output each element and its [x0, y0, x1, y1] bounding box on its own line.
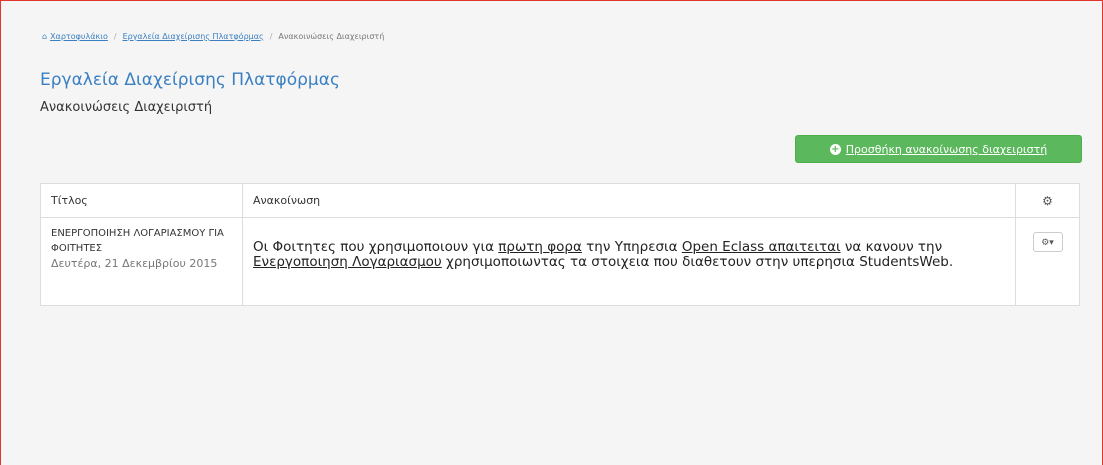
- header-title: Τίτλος: [40, 183, 243, 218]
- underlined-text: πρωτη φορα: [498, 239, 582, 255]
- add-announcement-button[interactable]: + Προσθήκη ανακοίνωσης διαχειριστή: [795, 135, 1082, 163]
- breadcrumb: ⌂ Χαρτοφυλάκιο / Εργαλεία Διαχείρισης Πλατφ…: [42, 32, 384, 41]
- announcement-title: ΕΝΕΡΓΟΠΟΙΗΣΗ ΛΟΓΑΡΙΑΣΜΟΥ ΓΙΑ ΦΟΙΤΗΤΕΣ: [51, 228, 224, 254]
- announcements-table: Τίτλος Ανακοίνωση ⚙ ΕΝΕΡΓΟΠΟΙΗΣΗ ΛΟΓΑΡΙΑ…: [40, 183, 1080, 306]
- announcement-content-cell: Οι Φοιτητες που χρησιμοποιουν για πρωτη …: [242, 217, 1016, 306]
- page-title: Εργαλεία Διαχείρισης Πλατφόρμας: [40, 70, 340, 90]
- announcement-text: Οι Φοιτητες που χρησιμοποιουν για πρωτη …: [253, 240, 1005, 270]
- text-segment: να κανουν την: [840, 239, 943, 255]
- table-header-row: Τίτλος Ανακοίνωση ⚙: [40, 183, 1080, 218]
- underlined-text: Ενεργοποιηση Λογαριασμου: [253, 254, 442, 270]
- breadcrumb-tools-link[interactable]: Εργαλεία Διαχείρισης Πλατφόρμας: [123, 32, 264, 41]
- page-subtitle: Ανακοινώσεις Διαχειριστή: [40, 100, 213, 115]
- add-announcement-label: Προσθήκη ανακοίνωσης διαχειριστή: [845, 142, 1048, 156]
- header-content: Ανακοίνωση: [242, 183, 1016, 218]
- text-segment: Οι Φοιτητες που χρησιμοποιουν για: [253, 239, 499, 255]
- text-segment: χρησιμοποιωντας τα στοιχεια που διαθετου…: [441, 254, 954, 270]
- breadcrumb-separator: /: [113, 32, 117, 41]
- announcement-date: Δευτέρα, 21 Δεκεμβρίου 2015: [51, 257, 218, 270]
- table-row: ΕΝΕΡΓΟΠΟΙΗΣΗ ΛΟΓΑΡΙΑΣΜΟΥ ΓΙΑ ΦΟΙΤΗΤΕΣ Δε…: [40, 217, 1080, 306]
- home-icon: ⌂: [42, 32, 48, 41]
- gears-icon: ⚙: [1042, 193, 1053, 208]
- breadcrumb-separator: /: [269, 32, 273, 41]
- breadcrumb-home-link[interactable]: Χαρτοφυλάκιο: [50, 32, 108, 41]
- text-segment: την Υπηρεσια: [581, 239, 682, 255]
- announcement-actions-dropdown-button[interactable]: ⚙▾: [1032, 232, 1063, 252]
- plus-circle-icon: +: [829, 143, 841, 155]
- underlined-text: Open Eclass απαιτειται: [681, 239, 841, 255]
- announcement-title-cell: ΕΝΕΡΓΟΠΟΙΗΣΗ ΛΟΓΑΡΙΑΣΜΟΥ ΓΙΑ ΦΟΙΤΗΤΕΣ Δε…: [40, 217, 243, 306]
- announcement-actions-cell: ⚙▾: [1015, 217, 1080, 306]
- header-actions: ⚙: [1015, 183, 1080, 218]
- gear-dropdown-icon: ⚙▾: [1041, 238, 1054, 248]
- breadcrumb-current: Ανακοινώσεις Διαχειριστή: [278, 32, 385, 41]
